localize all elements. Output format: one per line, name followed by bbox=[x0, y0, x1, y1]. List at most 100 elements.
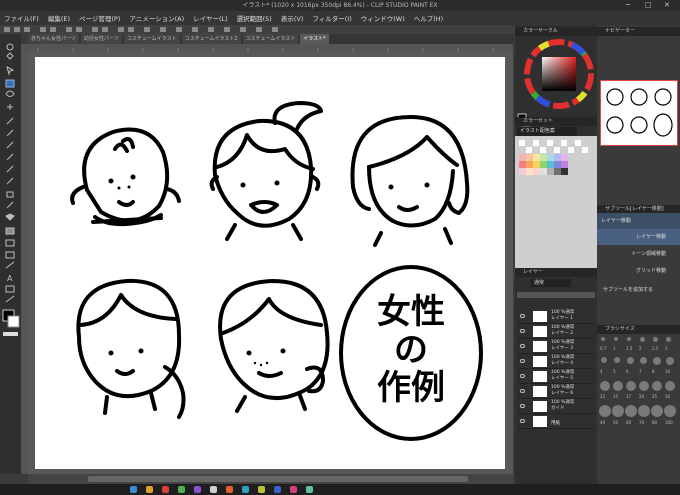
brush-size-17[interactable] bbox=[626, 381, 636, 391]
menu-window[interactable]: ウィンドウ(W) bbox=[361, 13, 405, 23]
balloon-tool-icon[interactable] bbox=[5, 285, 15, 293]
minimize-icon[interactable]: ─ bbox=[626, 0, 630, 11]
color-set-selector[interactable]: イラスト配色案 bbox=[517, 127, 577, 136]
brush-size-15[interactable] bbox=[613, 381, 623, 391]
brush-size-20[interactable] bbox=[639, 381, 649, 391]
tab-costume-3[interactable]: コスチュームイラスト bbox=[242, 34, 299, 44]
hand-tool-icon[interactable] bbox=[6, 52, 14, 60]
visibility-eye-icon[interactable] bbox=[520, 359, 525, 363]
brush-size-70[interactable] bbox=[638, 405, 650, 417]
brush-size-8[interactable] bbox=[653, 357, 661, 365]
layer-row[interactable]: 100 %通常 レイヤー 2 bbox=[518, 325, 594, 339]
brush-size-30[interactable] bbox=[665, 381, 675, 391]
pencil-tool-icon[interactable] bbox=[6, 141, 14, 149]
menu-edit[interactable]: 編集(E) bbox=[48, 13, 70, 23]
taskbar-app-icon[interactable] bbox=[290, 486, 297, 493]
brush-size-0.7[interactable] bbox=[601, 337, 605, 341]
brush-size-7[interactable] bbox=[640, 357, 647, 364]
layer-row[interactable]: 100 %通常 レイヤー 3 bbox=[518, 340, 594, 354]
menu-animation[interactable]: アニメーション(A) bbox=[129, 13, 184, 23]
layer-row[interactable]: 100 %通常 ガイド bbox=[518, 400, 594, 414]
brush-size-50[interactable] bbox=[612, 405, 624, 417]
taskbar-app-icon[interactable] bbox=[146, 486, 153, 493]
brush-size-10[interactable] bbox=[666, 357, 674, 365]
menu-page[interactable]: ページ管理(P) bbox=[79, 13, 120, 23]
menu-selection[interactable]: 選択範囲(S) bbox=[237, 13, 272, 23]
subtool-item-layer-move[interactable]: レイヤー移動 bbox=[597, 229, 680, 245]
brush-size-80[interactable] bbox=[651, 405, 663, 417]
figure-tool-icon[interactable] bbox=[5, 239, 15, 247]
visibility-eye-icon[interactable] bbox=[520, 314, 525, 318]
horizontal-scrollbar[interactable] bbox=[28, 474, 513, 484]
layer-row[interactable]: 100 %通常 レイヤー 4 bbox=[518, 355, 594, 369]
decoration-tool-icon[interactable] bbox=[6, 177, 14, 185]
taskbar-app-icon[interactable] bbox=[258, 486, 265, 493]
add-subtool-button[interactable]: サブツールを追加する bbox=[603, 286, 653, 293]
navigator-preview[interactable] bbox=[600, 80, 678, 146]
brush-size-40[interactable] bbox=[599, 405, 611, 417]
transparent-color-swatch[interactable] bbox=[3, 332, 18, 336]
menu-layer[interactable]: レイヤー(L) bbox=[193, 13, 228, 23]
tab-illust[interactable]: イラスト* bbox=[300, 34, 329, 44]
lasso-tool-icon[interactable] bbox=[5, 90, 15, 97]
frame-tool-icon[interactable] bbox=[5, 251, 15, 259]
visibility-eye-icon[interactable] bbox=[520, 374, 525, 378]
zoom-tool-icon[interactable] bbox=[6, 43, 14, 51]
brush-size-3[interactable] bbox=[666, 337, 671, 342]
ruler-tool-icon[interactable] bbox=[5, 261, 15, 269]
maximize-icon[interactable]: □ bbox=[645, 0, 652, 11]
taskbar-app-icon[interactable] bbox=[274, 486, 281, 493]
visibility-eye-icon[interactable] bbox=[520, 389, 525, 393]
menu-view[interactable]: 表示(V) bbox=[281, 13, 304, 23]
move-layer-tool-icon[interactable] bbox=[5, 79, 15, 88]
layer-row[interactable]: 用紙 bbox=[518, 415, 594, 429]
scrollbar-thumb[interactable] bbox=[88, 476, 468, 482]
menu-file[interactable]: ファイル(F) bbox=[4, 13, 39, 23]
close-icon[interactable]: ✕ bbox=[664, 0, 670, 11]
text-tool-icon[interactable]: A bbox=[7, 274, 13, 283]
brush-size-12[interactable] bbox=[600, 381, 610, 391]
eraser-tool-icon[interactable] bbox=[6, 191, 14, 198]
color-set-palette[interactable] bbox=[515, 136, 597, 276]
taskbar-app-icon[interactable] bbox=[226, 486, 233, 493]
tab-child[interactable]: 幼児女性パーツ bbox=[80, 34, 122, 44]
subtool-group-tab[interactable]: レイヤー移動 bbox=[597, 213, 680, 229]
brush-size-2.5[interactable] bbox=[653, 337, 658, 342]
taskbar-app-icon[interactable] bbox=[306, 486, 313, 493]
taskbar-app-icon[interactable] bbox=[162, 486, 169, 493]
brush-size-6[interactable] bbox=[627, 357, 634, 364]
tab-costume-2[interactable]: コスチュームイラスト2 bbox=[181, 34, 241, 44]
subtool-item-tone-move[interactable]: トーン領域移動 bbox=[597, 246, 680, 262]
subtool-item-grid-move[interactable]: グリッド移動 bbox=[597, 263, 680, 279]
brush-size-5[interactable] bbox=[614, 357, 620, 363]
opacity-slider[interactable] bbox=[517, 292, 595, 298]
taskbar-app-icon[interactable] bbox=[194, 486, 201, 493]
operation-tool-icon[interactable] bbox=[6, 66, 15, 76]
brush-size-4[interactable] bbox=[601, 357, 607, 363]
taskbar-app-icon[interactable] bbox=[130, 486, 137, 493]
taskbar-app-icon[interactable] bbox=[178, 486, 185, 493]
visibility-eye-icon[interactable] bbox=[520, 419, 525, 423]
tab-baby[interactable]: 赤ちゃん女性パーツ bbox=[28, 34, 79, 44]
menu-help[interactable]: ヘルプ(H) bbox=[414, 13, 443, 23]
airbrush-tool-icon[interactable] bbox=[6, 165, 14, 173]
blend-mode-select[interactable]: 通常 bbox=[531, 279, 571, 287]
brush-size-1[interactable] bbox=[614, 337, 618, 341]
eyedropper-tool-icon[interactable] bbox=[6, 117, 14, 125]
layer-row[interactable]: 100 %通常 レイヤー 6 bbox=[518, 385, 594, 399]
brush-size-1.5[interactable] bbox=[627, 337, 631, 341]
tab-costume-1[interactable]: コスチュームイラスト bbox=[123, 34, 180, 44]
canvas-paper[interactable]: 女性 の 作例 bbox=[35, 57, 505, 469]
pen-tool-icon[interactable] bbox=[6, 129, 14, 137]
fill-tool-icon[interactable] bbox=[5, 213, 15, 221]
layer-row[interactable]: 100 %通常 レイヤー 5 bbox=[518, 370, 594, 384]
visibility-eye-icon[interactable] bbox=[520, 404, 525, 408]
taskbar-app-icon[interactable] bbox=[210, 486, 217, 493]
command-bar-icons[interactable] bbox=[0, 25, 515, 34]
brush-tool-icon[interactable] bbox=[6, 153, 14, 161]
brush-size-100[interactable] bbox=[664, 405, 676, 417]
brush-size-60[interactable] bbox=[625, 405, 637, 417]
layer-row[interactable]: 100 %通常 レイヤー 1 bbox=[518, 310, 594, 324]
correct-line-tool-icon[interactable] bbox=[5, 295, 15, 303]
gradient-tool-icon[interactable] bbox=[5, 227, 15, 235]
